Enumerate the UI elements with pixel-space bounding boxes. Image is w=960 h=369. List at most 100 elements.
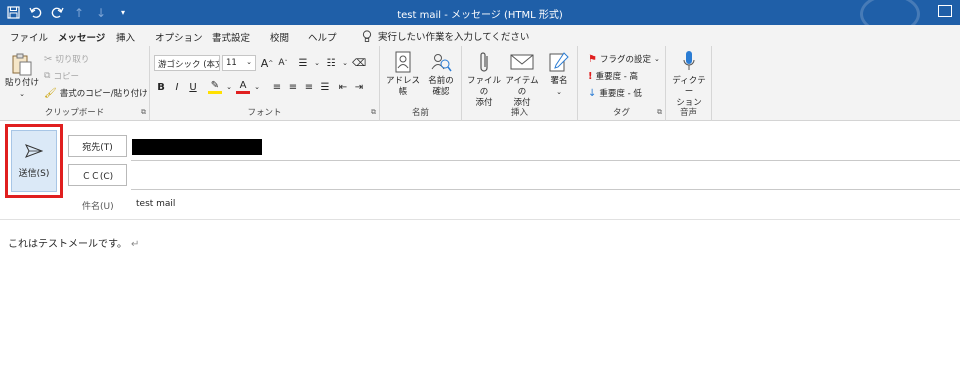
increase-indent-icon[interactable]: ⇥ <box>352 80 366 94</box>
clipboard-group-label: クリップボード <box>44 108 105 118</box>
paragraph-mark-icon: ↵ <box>131 239 140 250</box>
highlight-icon[interactable]: ✎ <box>208 80 222 94</box>
format-painter-button[interactable]: 🖌 書式のコピー/貼り付け <box>44 87 148 100</box>
subject-input[interactable]: test mail <box>136 199 175 209</box>
check-names-label-2: 確認 <box>432 87 450 97</box>
window-title: test mail - メッセージ (HTML 形式) <box>397 10 563 21</box>
align-center-icon[interactable]: ≡ <box>286 80 300 94</box>
tags-group-label: タグ <box>612 108 630 118</box>
numbering-icon[interactable]: ☷ <box>324 56 338 70</box>
tab-options[interactable]: オプション <box>155 30 203 44</box>
cut-label: 切り取り <box>55 55 90 65</box>
subject-label: 件名(U) <box>82 202 114 212</box>
tags-dialog-launcher-icon[interactable]: ⧉ <box>657 108 662 117</box>
copy-icon: ⧉ <box>44 71 51 81</box>
shrink-font-button[interactable]: Aˇ <box>276 56 290 70</box>
paste-button[interactable]: 貼り付け ⌄ <box>4 52 40 100</box>
cc-button[interactable]: ＣＣ(C) <box>68 164 127 186</box>
send-label: 送信(S) <box>18 169 50 179</box>
attach-item-button[interactable]: アイテムの 添付 <box>502 50 542 109</box>
bullets-icon[interactable]: ☰ <box>296 56 310 70</box>
dialog-launcher-icon[interactable]: ⧉ <box>141 108 146 117</box>
flag-icon: ⚑ <box>588 53 597 65</box>
message-body[interactable]: これはテストメールです。 ↵ <box>8 235 139 250</box>
lightbulb-icon <box>362 29 372 42</box>
envelope-icon <box>509 50 535 74</box>
cc-field-underline <box>131 189 960 190</box>
font-color-button[interactable]: A <box>236 80 250 94</box>
address-book-label: アドレス帳 <box>385 76 420 97</box>
font-color-dropdown-icon[interactable]: ⌄ <box>250 80 264 94</box>
justify-icon[interactable]: ☰ <box>318 80 332 94</box>
low-importance-button[interactable]: ↓ 重要度 - 低 <box>588 87 642 100</box>
font-size-select[interactable]: 11 ⌄ <box>222 55 256 71</box>
high-importance-label: 重要度 - 高 <box>595 72 639 82</box>
microphone-icon <box>676 50 702 74</box>
copy-button[interactable]: ⧉ コピー <box>44 70 79 82</box>
group-font: 游ゴシック (本文 11 ⌄ A ^ Aˇ ☰ ⌄ ☷ ⌄ ⌫ B I U ✎ ⌄… <box>150 46 380 121</box>
paperclip-icon <box>471 50 497 74</box>
dictate-button[interactable]: ディクテー ション <box>670 50 708 109</box>
names-group-label: 名前 <box>411 108 429 118</box>
tab-help[interactable]: ヘルプ <box>308 30 337 44</box>
follow-up-button[interactable]: ⚑ フラグの設定 ⌄ <box>588 53 660 66</box>
tab-message[interactable]: メッセージ <box>58 30 106 48</box>
numbering-dropdown-icon[interactable]: ⌄ <box>338 56 352 70</box>
align-left-icon[interactable]: ≡ <box>270 80 284 94</box>
high-importance-button[interactable]: ! 重要度 - 高 <box>588 70 639 83</box>
font-group-label: フォント <box>247 108 282 118</box>
copy-label: コピー <box>53 72 79 82</box>
bullets-dropdown-icon[interactable]: ⌄ <box>310 56 324 70</box>
signature-label: 署名 <box>550 76 568 86</box>
tell-me-box[interactable]: 実行したい作業を入力してください <box>362 29 529 43</box>
check-names-label-1: 名前の <box>428 76 454 86</box>
ribbon: 貼り付け ⌄ ✂ 切り取り ⧉ コピー 🖌 書式のコピー/貼り付け クリップボー… <box>0 46 960 121</box>
underline-button[interactable]: U <box>186 80 200 94</box>
check-names-button[interactable]: 名前の 確認 <box>422 50 460 98</box>
send-button[interactable]: 送信(S) <box>11 130 57 192</box>
group-insert: ファイルの 添付 アイテムの 添付 署名 ⌄ 挿入 <box>462 46 578 121</box>
restore-window-icon[interactable] <box>938 5 952 17</box>
decrease-indent-icon[interactable]: ⇤ <box>336 80 350 94</box>
ribbon-tabs: ファイル メッセージ 挿入 オプション 書式設定 校閲 ヘルプ 実行したい作業を… <box>0 25 960 48</box>
italic-button[interactable]: I <box>170 80 184 94</box>
grow-font-label: A <box>260 56 269 70</box>
bold-button[interactable]: B <box>154 80 168 94</box>
group-voice: ディクテー ション 音声 <box>666 46 712 121</box>
highlight-dropdown-icon[interactable]: ⌄ <box>222 80 236 94</box>
signature-icon <box>546 50 572 74</box>
redacted-recipient <box>132 139 262 155</box>
dictate-label-1: ディクテー <box>672 76 706 97</box>
group-names: アドレス帳 名前の 確認 名前 <box>380 46 462 121</box>
header-separator <box>0 219 960 220</box>
align-right-icon[interactable]: ≡ <box>302 80 316 94</box>
tab-review[interactable]: 校閲 <box>270 30 289 44</box>
clear-formatting-icon[interactable]: ⌫ <box>352 56 366 70</box>
format-painter-icon: 🖌 <box>44 87 57 99</box>
voice-group-label: 音声 <box>679 108 697 118</box>
attach-file-button[interactable]: ファイルの 添付 <box>466 50 502 109</box>
address-book-button[interactable]: アドレス帳 <box>384 50 422 98</box>
tab-file[interactable]: ファイル <box>10 30 48 44</box>
to-button[interactable]: 宛先(T) <box>68 135 127 157</box>
to-field-underline <box>131 160 960 161</box>
tab-insert[interactable]: 挿入 <box>116 30 135 44</box>
scissors-icon: ✂ <box>44 53 53 65</box>
font-dialog-launcher-icon[interactable]: ⧉ <box>371 108 376 117</box>
attach-item-label-1: アイテムの <box>505 76 539 97</box>
cut-button[interactable]: ✂ 切り取り <box>44 53 90 66</box>
group-clipboard: 貼り付け ⌄ ✂ 切り取り ⧉ コピー 🖌 書式のコピー/貼り付け クリップボー… <box>0 46 150 121</box>
insert-group-label: 挿入 <box>510 108 528 118</box>
down-arrow-icon: ↓ <box>588 87 597 99</box>
title-bar: ↑ ↓ ▾ test mail - メッセージ (HTML 形式) <box>0 0 960 34</box>
tab-format[interactable]: 書式設定 <box>212 30 250 44</box>
tell-me-text: 実行したい作業を入力してください <box>378 32 530 43</box>
low-importance-label: 重要度 - 低 <box>599 89 642 99</box>
follow-up-label: フラグの設定 <box>599 55 651 65</box>
font-name-select[interactable]: 游ゴシック (本文 <box>154 55 220 71</box>
address-book-icon <box>390 50 416 74</box>
grow-font-button[interactable]: A ^ <box>260 56 274 70</box>
paste-label: 貼り付け <box>4 78 39 88</box>
attach-file-label-1: ファイルの <box>466 76 501 97</box>
signature-button[interactable]: 署名 ⌄ <box>544 50 574 98</box>
